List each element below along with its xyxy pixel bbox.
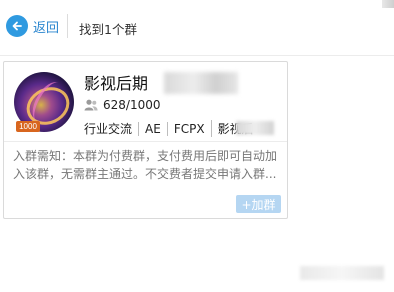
watermark [300, 266, 384, 280]
member-count-text: 628/1000 [103, 98, 161, 112]
group-card[interactable]: 1000 影视后期 628/1000 行业交流 AE FCPX 影视后 入群需知… [3, 61, 288, 219]
redacted-group-name [164, 72, 238, 94]
group-description: 入群需知：本群为付费群，支付费用后即可自动加入该群，无需群主通过。不交费者提交申… [13, 149, 278, 181]
back-button[interactable]: 返回 [6, 15, 59, 37]
window-corner [382, 0, 394, 8]
tag-item: AE [138, 121, 167, 136]
people-icon [84, 99, 98, 111]
top-bar: 返回 找到1个群 [0, 0, 394, 56]
group-tags: 行业交流 AE FCPX 影视后 [84, 120, 260, 137]
group-level-badge: 1000 [16, 121, 40, 132]
redacted-tag [236, 121, 274, 135]
join-group-button[interactable]: +加群 [236, 195, 281, 213]
back-label: 返回 [33, 20, 60, 36]
tag-item: FCPX [166, 121, 211, 136]
header-divider [67, 14, 68, 38]
member-count: 628/1000 [84, 98, 161, 112]
search-result-count: 找到1个群 [79, 22, 137, 37]
group-name[interactable]: 影视后期 [84, 70, 148, 94]
card-divider [4, 141, 287, 142]
arrow-left-circle-icon [6, 15, 28, 37]
tag-item: 行业交流 [84, 122, 133, 136]
